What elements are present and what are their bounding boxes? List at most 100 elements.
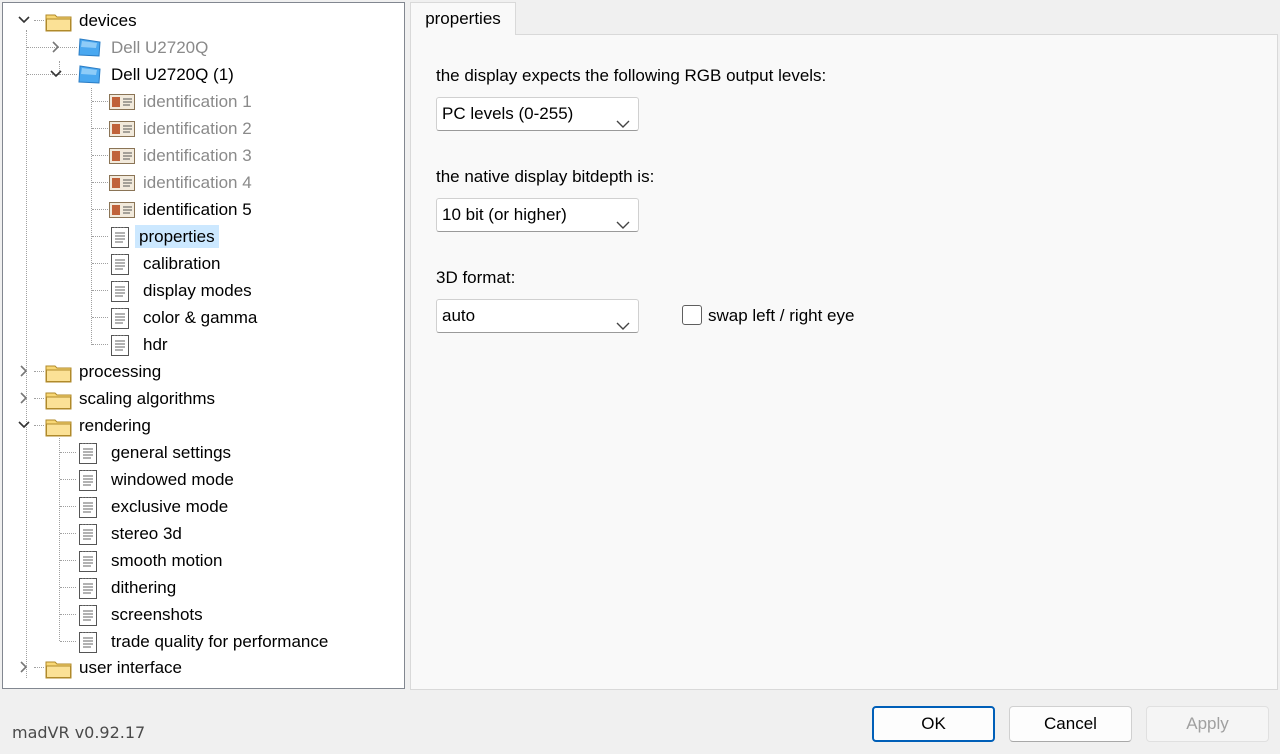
tree-node-calibration[interactable]: calibration bbox=[3, 250, 404, 277]
tree-line bbox=[60, 560, 76, 561]
tree-node-device-2[interactable]: Dell U2720Q (1) bbox=[3, 61, 404, 88]
id-card-icon bbox=[109, 148, 135, 169]
chevron-down-icon[interactable] bbox=[15, 11, 33, 29]
monitor-icon bbox=[77, 37, 103, 64]
cancel-button[interactable]: Cancel bbox=[1009, 706, 1132, 742]
chevron-down-icon[interactable] bbox=[15, 416, 33, 434]
tree-line bbox=[92, 263, 108, 264]
tree-node-user-interface[interactable]: user interface bbox=[3, 654, 404, 681]
tree-node-processing[interactable]: processing bbox=[3, 358, 404, 385]
tree-node-identification-1[interactable]: identification 1 bbox=[3, 88, 404, 115]
id-card-icon bbox=[109, 202, 135, 223]
tree-label-windowed-mode: windowed mode bbox=[111, 470, 234, 489]
page-icon bbox=[111, 334, 129, 361]
tree-line bbox=[34, 425, 44, 426]
tree-label-identification-1: identification 1 bbox=[143, 92, 252, 111]
tree-line bbox=[92, 182, 108, 183]
tree-line bbox=[60, 533, 76, 534]
chevron-right-icon[interactable] bbox=[15, 389, 33, 407]
chevron-right-icon[interactable] bbox=[47, 38, 65, 56]
bitdepth-label: the native display bitdepth is: bbox=[436, 167, 655, 186]
tree-line bbox=[92, 101, 108, 102]
page-icon bbox=[79, 496, 97, 523]
tree-line bbox=[60, 614, 76, 615]
tree-label-identification-4: identification 4 bbox=[143, 173, 252, 192]
chevron-down-icon[interactable] bbox=[47, 65, 65, 83]
tree-label-display-modes: display modes bbox=[143, 281, 252, 300]
tree-label-scaling-algorithms: scaling algorithms bbox=[79, 389, 216, 408]
tree-label-identification-5: identification 5 bbox=[143, 200, 252, 219]
id-card-icon bbox=[109, 121, 135, 142]
tree-line bbox=[92, 155, 108, 156]
page-icon bbox=[79, 469, 97, 496]
tree-node-device-1[interactable]: Dell U2720Q bbox=[3, 34, 404, 61]
tree-line bbox=[60, 641, 76, 642]
chevron-right-icon[interactable] bbox=[15, 362, 33, 380]
tree-line bbox=[34, 398, 44, 399]
tree-node-display-modes[interactable]: display modes bbox=[3, 277, 404, 304]
tree-line bbox=[92, 128, 108, 129]
tree-node-stereo-3d[interactable]: stereo 3d bbox=[3, 520, 404, 547]
tree-node-devices[interactable]: devices bbox=[3, 7, 404, 34]
tree-line bbox=[92, 236, 108, 237]
tree-label-stereo-3d: stereo 3d bbox=[111, 524, 182, 543]
rgb-levels-select[interactable]: PC levels (0-255) bbox=[436, 97, 639, 131]
chevron-down-icon bbox=[616, 209, 630, 241]
tree-label-dithering: dithering bbox=[111, 578, 177, 597]
swap-eyes-checkbox[interactable] bbox=[682, 305, 702, 325]
monitor-icon bbox=[77, 64, 103, 91]
tree-label-properties: properties bbox=[135, 225, 219, 248]
bitdepth-select[interactable]: 10 bit (or higher) bbox=[436, 198, 639, 232]
tree-line bbox=[34, 371, 44, 372]
tree-node-identification-4[interactable]: identification 4 bbox=[3, 169, 404, 196]
tree-line bbox=[92, 209, 108, 210]
tree-node-identification-3[interactable]: identification 3 bbox=[3, 142, 404, 169]
tree-node-identification-5[interactable]: identification 5 bbox=[3, 196, 404, 223]
tree-node-properties[interactable]: properties bbox=[3, 223, 404, 250]
chevron-right-icon[interactable] bbox=[15, 658, 33, 676]
format-3d-value: auto bbox=[442, 306, 476, 325]
tree-node-identification-2[interactable]: identification 2 bbox=[3, 115, 404, 142]
tree-node-exclusive-mode[interactable]: exclusive mode bbox=[3, 493, 404, 520]
tree-node-windowed-mode[interactable]: windowed mode bbox=[3, 466, 404, 493]
tree-node-scaling-algorithms[interactable]: scaling algorithms bbox=[3, 385, 404, 412]
page-icon bbox=[111, 226, 129, 253]
tree-label-smooth-motion: smooth motion bbox=[111, 551, 223, 570]
tree-label-user-interface: user interface bbox=[79, 658, 182, 677]
bitdepth-value: 10 bit (or higher) bbox=[442, 205, 567, 224]
swap-eyes-label[interactable]: swap left / right eye bbox=[708, 305, 854, 327]
tree-line bbox=[34, 667, 44, 668]
tree-label-devices: devices bbox=[79, 11, 137, 30]
tree-node-hdr[interactable]: hdr bbox=[3, 331, 404, 358]
page-icon bbox=[79, 577, 97, 604]
tree-label-color-gamma: color & gamma bbox=[143, 308, 258, 327]
tree-node-trade-quality[interactable]: trade quality for performance bbox=[3, 628, 404, 655]
tree-line bbox=[60, 587, 76, 588]
tree-node-smooth-motion[interactable]: smooth motion bbox=[3, 547, 404, 574]
apply-button[interactable]: Apply bbox=[1146, 706, 1269, 742]
format-3d-label: 3D format: bbox=[436, 268, 516, 287]
tree-node-rendering[interactable]: rendering bbox=[3, 412, 404, 439]
id-card-icon bbox=[109, 94, 135, 115]
format-3d-select[interactable]: auto bbox=[436, 299, 639, 333]
tree-label-hdr: hdr bbox=[143, 335, 168, 354]
page-icon bbox=[79, 604, 97, 631]
chevron-down-icon bbox=[616, 108, 630, 140]
tree-label-device-1: Dell U2720Q bbox=[111, 38, 209, 57]
tree-label-screenshots: screenshots bbox=[111, 605, 203, 624]
ok-button[interactable]: OK bbox=[872, 706, 995, 742]
tree-node-screenshots[interactable]: screenshots bbox=[3, 601, 404, 628]
tree-node-color-gamma[interactable]: color & gamma bbox=[3, 304, 404, 331]
tab-properties[interactable]: properties bbox=[410, 2, 516, 35]
tree-line bbox=[92, 317, 108, 318]
version-label: madVR v0.92.17 bbox=[12, 723, 146, 742]
page-icon bbox=[79, 523, 97, 550]
tree-node-general-settings[interactable]: general settings bbox=[3, 439, 404, 466]
tree-label-rendering: rendering bbox=[79, 416, 151, 435]
tree-line bbox=[60, 452, 76, 453]
tree-node-dithering[interactable]: dithering bbox=[3, 574, 404, 601]
settings-tree[interactable]: devices Dell U2720Q Dell U2720Q (1) iden… bbox=[2, 2, 405, 689]
tree-label-trade-quality: trade quality for performance bbox=[111, 632, 329, 651]
page-icon bbox=[111, 280, 129, 307]
tree-line bbox=[60, 479, 76, 480]
